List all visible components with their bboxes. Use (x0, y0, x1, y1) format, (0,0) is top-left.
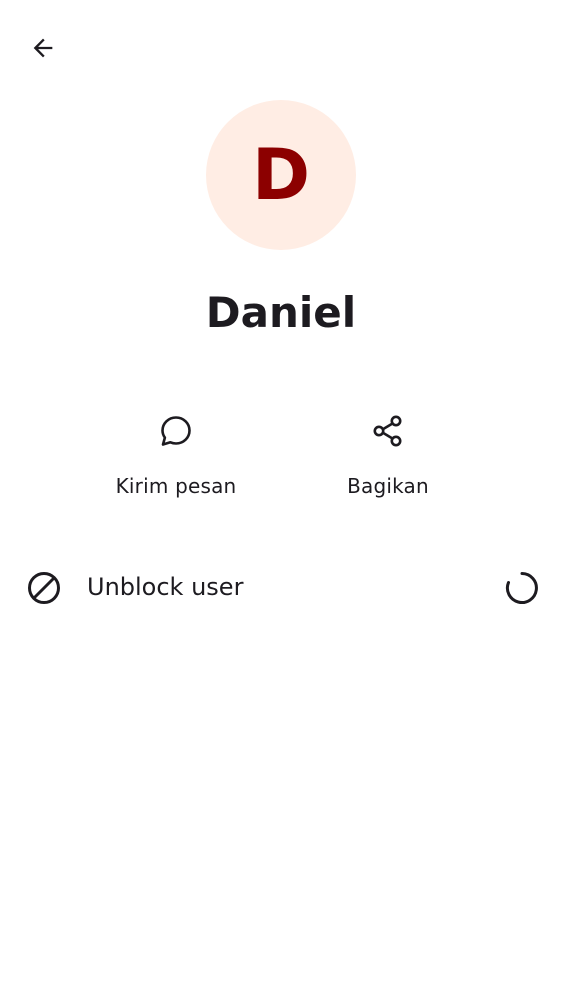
avatar-initial: D (251, 134, 311, 216)
block-icon (25, 569, 63, 607)
share-label: Bagikan (347, 474, 429, 498)
back-button[interactable] (22, 29, 64, 71)
share-icon (369, 412, 407, 450)
unblock-user-item[interactable]: Unblock user (0, 553, 562, 621)
unblock-user-label: Unblock user (87, 573, 244, 601)
send-message-button[interactable]: Kirim pesan (86, 400, 266, 510)
chat-bubble-icon (157, 412, 195, 450)
send-message-label: Kirim pesan (115, 474, 237, 498)
share-button[interactable]: Bagikan (298, 400, 478, 510)
avatar: D (206, 100, 356, 250)
profile-name: Daniel (205, 288, 357, 337)
arrow-left-icon (29, 34, 57, 67)
loading-spinner-icon (503, 569, 541, 607)
